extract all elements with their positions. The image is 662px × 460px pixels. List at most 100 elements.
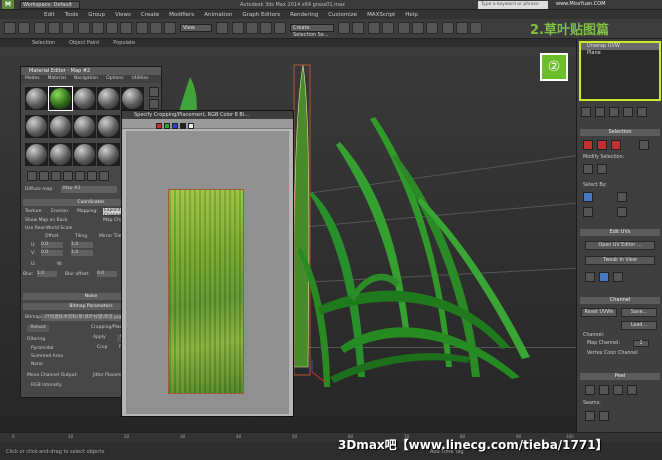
get-material-icon[interactable]: [27, 171, 37, 181]
relax-icon[interactable]: [613, 385, 623, 395]
menu-create[interactable]: Create: [141, 12, 159, 18]
named-selection-dropdown[interactable]: Create Selection Se...: [290, 24, 334, 38]
blur-offset-field[interactable]: 0.0: [97, 271, 117, 277]
u-tiling-field[interactable]: 1.0: [71, 242, 93, 248]
texture-radio[interactable]: Texture: [25, 209, 41, 214]
stack-item-plane[interactable]: Plane: [581, 50, 659, 57]
redo-icon[interactable]: [18, 22, 30, 34]
crop-placement-dialog[interactable]: Specify Cropping/Placement, RGB Color 8 …: [121, 110, 294, 417]
show-end-result-icon[interactable]: [595, 107, 605, 117]
crop-dialog-title[interactable]: Specify Cropping/Placement, RGB Color 8 …: [122, 111, 293, 119]
red-channel-icon[interactable]: [156, 123, 162, 129]
sample-type-icon[interactable]: [149, 87, 159, 97]
pivot-center-icon[interactable]: [216, 22, 228, 34]
go-forward-sibling-icon[interactable]: [99, 171, 109, 181]
put-to-scene-icon[interactable]: [39, 171, 49, 181]
tab-populate[interactable]: Populate: [113, 40, 135, 46]
ignore-backfacing-icon[interactable]: [617, 192, 627, 202]
load-uvw-button[interactable]: Load...: [621, 321, 657, 330]
graphite-ribbon-icon[interactable]: [382, 22, 394, 34]
quick-peel-icon[interactable]: [613, 272, 623, 282]
show-map-on-back-checkbox[interactable]: Show Map on Back: [25, 218, 67, 223]
menu-maxscript[interactable]: MAXScript: [367, 12, 395, 18]
render-setup-icon[interactable]: [442, 22, 454, 34]
material-slot[interactable]: [25, 87, 48, 110]
spinner-snap-icon[interactable]: [274, 22, 286, 34]
reset-map-icon[interactable]: [63, 171, 73, 181]
assign-material-icon[interactable]: [51, 171, 61, 181]
go-to-parent-icon[interactable]: [87, 171, 97, 181]
angle-snap-icon[interactable]: [246, 22, 258, 34]
uv-radio[interactable]: U:: [31, 262, 36, 267]
v-offset-field[interactable]: 0.0: [41, 250, 63, 256]
me-menu-material[interactable]: Material: [48, 75, 66, 83]
uv-tool-icon[interactable]: [585, 272, 595, 282]
grow-selection-icon[interactable]: [583, 164, 593, 174]
move-icon[interactable]: [136, 22, 148, 34]
tweak-in-view-button[interactable]: Tweak In View: [585, 256, 655, 265]
menu-rendering[interactable]: Rendering: [290, 12, 318, 18]
map-name-field[interactable]: Map #2: [61, 186, 117, 193]
material-slot[interactable]: [73, 115, 96, 138]
select-by-element-icon[interactable]: [583, 192, 593, 202]
tab-object-paint[interactable]: Object Paint: [69, 40, 99, 46]
edit-seams-icon[interactable]: [585, 411, 595, 421]
quick-planar-map-icon[interactable]: [599, 272, 609, 282]
rendered-frame-icon[interactable]: [456, 22, 468, 34]
v-tiling-field[interactable]: 1.0: [71, 250, 93, 256]
u-offset-field[interactable]: 0.0: [41, 242, 63, 248]
material-slot[interactable]: [97, 143, 120, 166]
app-logo-icon[interactable]: M: [2, 0, 14, 9]
none-radio[interactable]: None: [31, 362, 43, 367]
image-canvas[interactable]: [126, 131, 289, 414]
curve-editor-icon[interactable]: [398, 22, 410, 34]
summed-area-radio[interactable]: Summed Area: [31, 354, 63, 359]
me-menu-modes[interactable]: Modes: [25, 75, 40, 83]
menu-customize[interactable]: Customize: [328, 12, 357, 18]
material-slot[interactable]: [25, 115, 48, 138]
blur-field[interactable]: 1.0: [37, 271, 57, 277]
configure-sets-icon[interactable]: [637, 107, 647, 117]
material-slot[interactable]: [49, 115, 72, 138]
environ-radio[interactable]: Environ: [51, 209, 68, 214]
material-slot[interactable]: [25, 143, 48, 166]
me-menu-options[interactable]: Options: [106, 75, 123, 83]
grass-texture-image[interactable]: [168, 189, 244, 394]
stack-item-unwrap-uvw[interactable]: Unwrap UVW: [581, 43, 659, 50]
tab-selection[interactable]: Selection: [32, 40, 55, 46]
material-slot[interactable]: [97, 115, 120, 138]
me-menu-navigation[interactable]: Navigation: [74, 75, 98, 83]
polygon-mode-icon[interactable]: [611, 140, 621, 150]
menu-edit[interactable]: Edit: [44, 12, 55, 18]
modifier-stack[interactable]: Unwrap UVW Plane: [579, 41, 661, 101]
mirror-icon[interactable]: [338, 22, 350, 34]
menu-group[interactable]: Group: [88, 12, 105, 18]
menu-graph-editors[interactable]: Graph Editors: [242, 12, 280, 18]
make-unique-icon[interactable]: [609, 107, 619, 117]
select-by-name-icon[interactable]: [92, 22, 104, 34]
map-channel-radio[interactable]: Map Channel:: [587, 341, 620, 346]
crop-radio[interactable]: Crop: [97, 345, 108, 350]
menu-tools[interactable]: Tools: [65, 12, 79, 18]
pelt-map-icon[interactable]: [599, 385, 609, 395]
material-slot[interactable]: [49, 143, 72, 166]
material-slot[interactable]: [73, 143, 96, 166]
unlink-icon[interactable]: [48, 22, 60, 34]
link-icon[interactable]: [34, 22, 46, 34]
window-crossing-icon[interactable]: [120, 22, 132, 34]
percent-snap-icon[interactable]: [260, 22, 272, 34]
material-editor-icon[interactable]: [426, 22, 438, 34]
render-icon[interactable]: [470, 22, 482, 34]
material-slot[interactable]: [73, 87, 96, 110]
select-object-icon[interactable]: [78, 22, 90, 34]
save-uvw-button[interactable]: Save...: [621, 308, 657, 317]
vertex-color-channel-radio[interactable]: Vertex Color Channel: [587, 351, 638, 356]
peel-rollout[interactable]: Peel: [580, 373, 660, 380]
mono-icon[interactable]: [188, 123, 194, 129]
align-icon[interactable]: [352, 22, 364, 34]
material-editor-title[interactable]: Material Editor - Map #2: [21, 67, 161, 75]
material-slot[interactable]: [121, 87, 144, 110]
select-by-smoothing-icon[interactable]: [617, 207, 627, 217]
shrink-selection-icon[interactable]: [597, 164, 607, 174]
apply-checkbox[interactable]: Apply: [93, 335, 106, 340]
